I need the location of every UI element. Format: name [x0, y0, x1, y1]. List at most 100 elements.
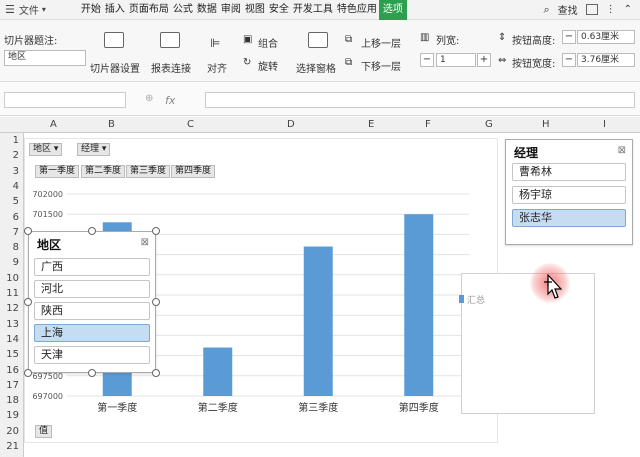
region-slicer-item-shaanxi[interactable]: 陕西: [34, 302, 150, 320]
region-slicer-item-hebei[interactable]: 河北: [34, 280, 150, 298]
tab-3[interactable]: 公式: [171, 0, 195, 20]
columns-icon: ▥: [420, 32, 430, 43]
align-button[interactable]: 对齐: [207, 60, 227, 75]
fx-icon[interactable]: fx: [165, 94, 175, 107]
row-header[interactable]: 18: [6, 395, 19, 406]
tab-9[interactable]: 特色应用: [335, 0, 379, 20]
align-icon: ⊫: [210, 36, 221, 50]
bar-4[interactable]: [404, 214, 434, 396]
tab-8[interactable]: 开发工具: [291, 0, 335, 20]
resize-handle[interactable]: [152, 369, 160, 377]
bar-2[interactable]: [203, 347, 233, 396]
row-header[interactable]: 3: [13, 166, 19, 177]
row-header[interactable]: 1: [13, 135, 19, 146]
column-header-g[interactable]: G: [485, 119, 493, 130]
region-slicer-item-guangxi[interactable]: 广西: [34, 258, 150, 276]
resize-handle[interactable]: [24, 369, 32, 377]
resize-handle[interactable]: [88, 369, 96, 377]
row-header[interactable]: 11: [6, 288, 19, 299]
resize-handle[interactable]: [152, 227, 160, 235]
group-button[interactable]: 组合: [258, 35, 278, 50]
bring-forward-icon: ⧉: [345, 34, 353, 45]
row-header[interactable]: 19: [6, 410, 19, 421]
row-header[interactable]: 5: [13, 196, 19, 207]
resize-handle[interactable]: [152, 298, 160, 306]
manager-slicer-item-2[interactable]: 杨宇琼: [512, 186, 626, 204]
y-tick-label: 701500: [32, 210, 63, 219]
row-header[interactable]: 9: [13, 257, 19, 268]
zoom-search-icon[interactable]: ⊕: [145, 93, 153, 104]
topbar-right: ⌕ 查找 ⋮ ⌃: [543, 2, 640, 18]
bar-3[interactable]: [303, 246, 333, 396]
rotate-button[interactable]: 旋转: [258, 58, 278, 73]
columns-decrement-button[interactable]: −: [420, 53, 434, 67]
region-slicer[interactable]: 地区 ⊠ 广西 河北 陕西 上海 天津: [28, 231, 156, 373]
manager-slicer-item-3[interactable]: 张志华: [512, 209, 626, 227]
send-backward-button[interactable]: 下移一层: [361, 58, 401, 73]
row-header[interactable]: 15: [6, 349, 19, 360]
column-header-i[interactable]: I: [603, 119, 606, 130]
clear-filter-icon[interactable]: ⊠: [618, 145, 626, 156]
row-header[interactable]: 14: [6, 334, 19, 345]
pivot-table-area[interactable]: 汇总: [459, 273, 595, 414]
name-box[interactable]: [4, 92, 126, 108]
tab-1[interactable]: 插入: [103, 0, 127, 20]
row-header[interactable]: 16: [6, 365, 19, 376]
column-header-f[interactable]: F: [425, 119, 431, 130]
tab-0[interactable]: 开始: [79, 0, 103, 20]
collapse-icon[interactable]: ⌃: [624, 4, 632, 15]
row-header[interactable]: 21: [6, 441, 19, 452]
tab-10[interactable]: 选项: [378, 0, 407, 20]
clear-filter-icon[interactable]: ⊠: [141, 237, 149, 248]
column-header-e[interactable]: E: [368, 119, 374, 130]
row-header[interactable]: 7: [13, 227, 19, 238]
caption-input[interactable]: 地区: [4, 50, 86, 66]
formula-input[interactable]: [205, 92, 635, 108]
button-width-decrement[interactable]: −: [562, 53, 576, 67]
column-header-d[interactable]: D: [287, 119, 295, 130]
value-button[interactable]: 值: [35, 425, 53, 438]
row-header[interactable]: 13: [6, 319, 19, 330]
columns-increment-button[interactable]: +: [477, 53, 491, 67]
button-height-input[interactable]: 0.63厘米: [577, 30, 635, 44]
tab-2[interactable]: 页面布局: [127, 0, 171, 20]
row-header[interactable]: 6: [13, 212, 19, 223]
column-header-h[interactable]: H: [542, 119, 550, 130]
row-header[interactable]: 10: [6, 273, 19, 284]
row-header[interactable]: 2: [13, 150, 19, 161]
tab-6[interactable]: 视图: [243, 0, 267, 20]
column-header-a[interactable]: A: [50, 119, 57, 130]
rotate-icon: ↻: [243, 57, 252, 68]
button-height-decrement[interactable]: −: [562, 30, 576, 44]
tab-7[interactable]: 安全: [267, 0, 291, 20]
share-icon[interactable]: [585, 4, 598, 15]
columns-input[interactable]: 1: [436, 53, 476, 67]
resize-handle[interactable]: [24, 227, 32, 235]
x-tick-label: 第三季度: [298, 401, 338, 414]
bring-forward-button[interactable]: 上移一层: [361, 35, 401, 50]
select-pane-button[interactable]: 选择窗格: [296, 60, 336, 75]
row-header[interactable]: 12: [6, 303, 19, 314]
resize-handle[interactable]: [24, 298, 32, 306]
file-menu-button[interactable]: ☰ 文件 ▾: [0, 0, 51, 20]
manager-slicer-item-1[interactable]: 曹希林: [512, 163, 626, 181]
tab-5[interactable]: 审阅: [219, 0, 243, 20]
resize-handle[interactable]: [88, 227, 96, 235]
search-icon[interactable]: ⌕: [543, 3, 549, 17]
tab-4[interactable]: 数据: [195, 0, 219, 20]
select-pane-icon: [308, 32, 328, 48]
column-header-c[interactable]: C: [187, 119, 194, 130]
region-slicer-item-tianjin[interactable]: 天津: [34, 346, 150, 364]
manager-slicer[interactable]: 经理 ⊠ 曹希林 杨宇琼 张志华: [505, 139, 633, 245]
button-width-input[interactable]: 3.76厘米: [577, 53, 635, 67]
column-header-b[interactable]: B: [108, 119, 115, 130]
report-connect-button[interactable]: 报表连接: [151, 60, 191, 75]
row-header[interactable]: 8: [13, 242, 19, 253]
row-header[interactable]: 20: [6, 426, 19, 437]
row-header[interactable]: 4: [13, 181, 19, 192]
region-slicer-item-shanghai[interactable]: 上海: [34, 324, 150, 342]
slicer-settings-button[interactable]: 切片器设置: [90, 60, 140, 75]
row-header[interactable]: 17: [6, 380, 19, 391]
search-label[interactable]: 查找: [558, 2, 578, 17]
more-icon[interactable]: ⋮: [606, 4, 616, 15]
